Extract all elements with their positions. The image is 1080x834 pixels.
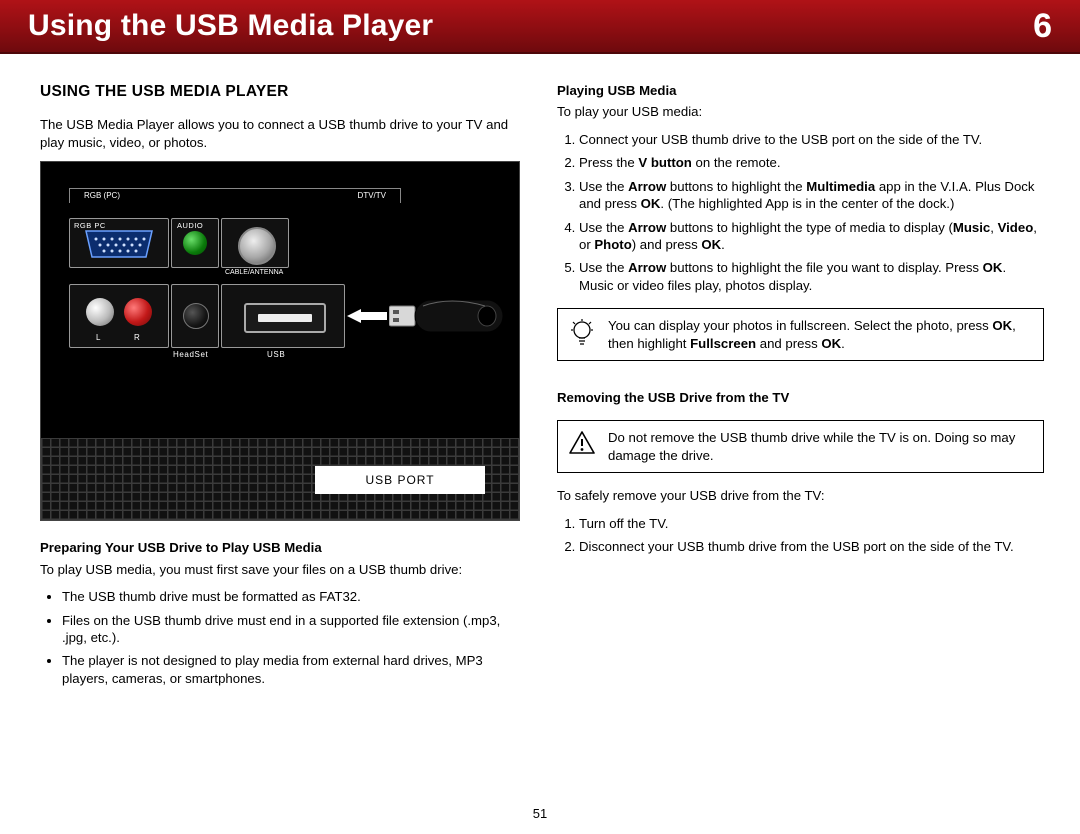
list-item: Use the Arrow buttons to highlight the M… [579, 178, 1044, 213]
insert-arrow-icon [347, 309, 387, 323]
tip-text: You can display your photos in fullscree… [608, 317, 1031, 352]
dtv-tv-top-label: DTV/TV [358, 191, 386, 202]
usb-port-diagram: RGB (PC) DTV/TV RGB PC AUDI [40, 161, 520, 521]
audio-label: AUDIO [177, 221, 203, 231]
remove-heading: Removing the USB Drive from the TV [557, 389, 1044, 406]
warning-callout: Do not remove the USB thumb drive while … [557, 420, 1044, 473]
playing-intro: To play your USB media: [557, 103, 1044, 120]
section-heading: USING THE USB MEDIA PLAYER [40, 82, 527, 102]
page-body: USING THE USB MEDIA PLAYER The USB Media… [0, 54, 1080, 697]
top-bracket: RGB (PC) DTV/TV [69, 188, 401, 203]
prepare-list: The USB thumb drive must be formatted as… [40, 588, 527, 687]
rca-plate: L R [69, 284, 169, 348]
usb-slot-icon [244, 303, 326, 333]
list-item: The player is not designed to play media… [62, 652, 527, 687]
usb-thumb-drive-icon [389, 296, 507, 340]
vga-connector-icon [80, 229, 158, 259]
usb-plate [221, 284, 345, 348]
audio-plate: AUDIO [171, 218, 219, 268]
list-item: Use the Arrow buttons to highlight the t… [579, 219, 1044, 254]
antenna-plate [221, 218, 289, 268]
rca-r-label: R [134, 333, 140, 344]
page-number: 51 [0, 805, 1080, 822]
chapter-title: Using the USB Media Player [28, 6, 433, 46]
warning-icon [568, 429, 596, 464]
coax-connector-icon [238, 227, 276, 265]
warning-text: Do not remove the USB thumb drive while … [608, 429, 1031, 464]
list-item: Turn off the TV. [579, 515, 1044, 532]
usb-label: USB [267, 350, 285, 361]
tip-callout: You can display your photos in fullscree… [557, 308, 1044, 361]
intro-paragraph: The USB Media Player allows you to conne… [40, 116, 527, 151]
list-item: Disconnect your USB thumb drive from the… [579, 538, 1044, 555]
headset-plate [171, 284, 219, 348]
remove-intro: To safely remove your USB drive from the… [557, 487, 1044, 504]
prepare-heading: Preparing Your USB Drive to Play USB Med… [40, 539, 527, 556]
manual-page: Using the USB Media Player 6 USING THE U… [0, 0, 1080, 834]
list-item: Use the Arrow buttons to highlight the f… [579, 259, 1044, 294]
playing-heading: Playing USB Media [557, 82, 1044, 99]
rca-l-label: L [96, 333, 100, 344]
right-column: Playing USB Media To play your USB media… [557, 82, 1044, 697]
list-item: Files on the USB thumb drive must end in… [62, 612, 527, 647]
rca-left-icon [86, 298, 114, 326]
lightbulb-icon [568, 317, 596, 352]
headphone-jack-icon [183, 303, 209, 329]
chapter-banner: Using the USB Media Player 6 [0, 0, 1080, 54]
chapter-number: 6 [1033, 4, 1052, 49]
cable-antenna-label: CABLE/ANTENNA [225, 268, 283, 277]
headset-label: HeadSet [173, 350, 208, 361]
list-item: Press the V button on the remote. [579, 154, 1044, 171]
list-item: The USB thumb drive must be formatted as… [62, 588, 527, 605]
remove-steps: Turn off the TV. Disconnect your USB thu… [557, 515, 1044, 556]
rca-right-icon [124, 298, 152, 326]
prepare-intro: To play USB media, you must first save y… [40, 561, 527, 578]
vga-plate: RGB PC [69, 218, 169, 268]
audio-jack-icon [183, 231, 207, 255]
rgb-pc-top-label: RGB (PC) [84, 191, 120, 202]
list-item: Connect your USB thumb drive to the USB … [579, 131, 1044, 148]
usb-port-caption: USB PORT [315, 466, 485, 494]
left-column: USING THE USB MEDIA PLAYER The USB Media… [40, 82, 527, 697]
playing-steps: Connect your USB thumb drive to the USB … [557, 131, 1044, 294]
